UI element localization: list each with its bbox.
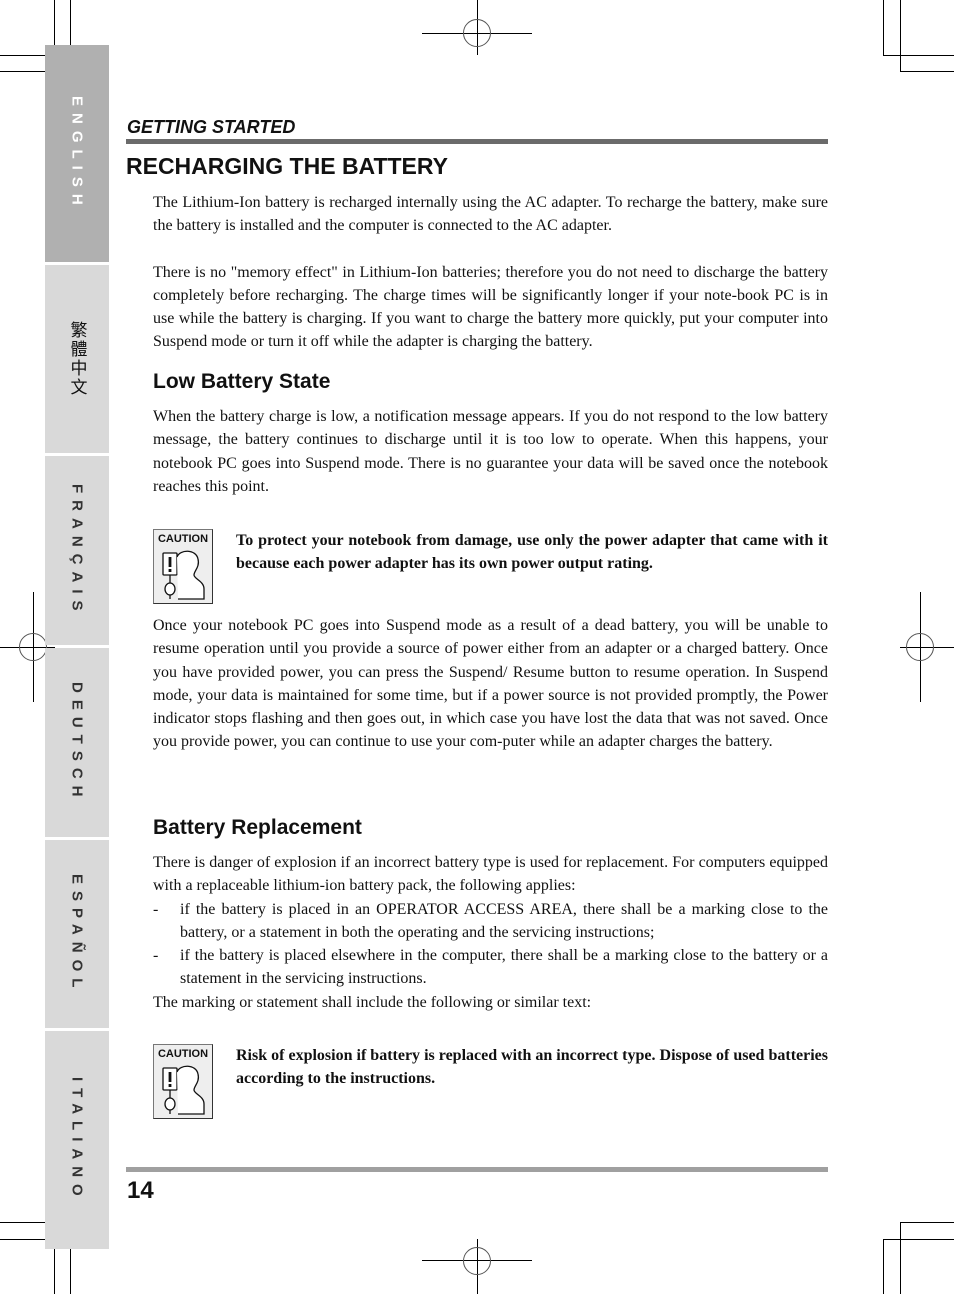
- crop-mark: [883, 1239, 954, 1240]
- language-tab-label: FRANÇAIS: [68, 483, 86, 618]
- crop-mark: [883, 1239, 884, 1294]
- caution-label: CAUTION: [157, 1048, 209, 1060]
- caution-icon: CAUTION: [153, 529, 213, 604]
- list-item: - if the battery is placed elsewhere in …: [153, 944, 828, 991]
- crop-mark: [900, 1222, 954, 1223]
- low-battery-section: When the battery charge is low, a notifi…: [153, 405, 828, 498]
- body-paragraph: Once your notebook PC goes into Suspend …: [153, 617, 828, 751]
- replacement-section: There is danger of explosion if an incor…: [153, 851, 828, 1014]
- warning-person-icon: [162, 550, 205, 600]
- dead-battery-section: Once your notebook PC goes into Suspend …: [153, 614, 828, 754]
- crop-mark: [900, 71, 954, 72]
- warning-person-icon: [162, 1065, 205, 1115]
- page-number: 14: [127, 1177, 154, 1204]
- language-tab-label: 繁體中文: [67, 321, 87, 397]
- list-item: - if the battery is placed in an OPERATO…: [153, 898, 828, 945]
- caution-text: Risk of explosion if battery is replaced…: [236, 1047, 828, 1088]
- bullet-text: if the battery is placed in an OPERATOR …: [180, 900, 828, 941]
- section-header: GETTING STARTED: [127, 117, 296, 137]
- recharging-section: The Lithium-Ion battery is recharged int…: [153, 191, 828, 354]
- language-tab-label: ESPAÑOL: [68, 873, 86, 995]
- caution-note: CAUTION To protect your notebook from da…: [153, 529, 828, 604]
- footer-rule: [126, 1167, 828, 1172]
- caution-note: CAUTION Risk of explosion if battery is …: [153, 1044, 828, 1119]
- body-paragraph: The Lithium-Ion battery is recharged int…: [153, 194, 828, 235]
- language-tab-french[interactable]: FRANÇAIS: [45, 456, 109, 645]
- crop-mark: [883, 0, 884, 56]
- crop-mark: [900, 0, 901, 72]
- body-paragraph: There is no "memory effect" in Lithium-I…: [153, 263, 828, 351]
- page-title: RECHARGING THE BATTERY: [126, 153, 448, 179]
- bullet-marker: -: [153, 900, 159, 918]
- subheading-low-battery: Low Battery State: [153, 370, 331, 393]
- header-rule: [126, 139, 828, 144]
- language-tab-italian[interactable]: ITALIANO: [45, 1031, 109, 1249]
- language-tab-label: ENGLISH: [68, 95, 86, 212]
- language-tab-german[interactable]: DEUTSCH: [45, 648, 109, 837]
- language-tab-label: DEUTSCH: [68, 681, 86, 804]
- body-paragraph: The marking or statement shall include t…: [153, 993, 592, 1011]
- caution-text: To protect your notebook from damage, us…: [236, 532, 828, 573]
- bullet-marker: -: [153, 947, 159, 965]
- crop-mark: [900, 1222, 901, 1294]
- language-tab-english[interactable]: ENGLISH: [45, 45, 109, 262]
- language-tab-label: ITALIANO: [68, 1077, 86, 1203]
- body-paragraph: There is danger of explosion if an incor…: [153, 854, 828, 895]
- language-tab-spanish[interactable]: ESPAÑOL: [45, 840, 109, 1028]
- language-sidebar: ENGLISH 繁體中文 FRANÇAIS DEUTSCH ESPAÑOL IT…: [45, 45, 109, 1249]
- caution-icon: CAUTION: [153, 1044, 213, 1119]
- subheading-battery-replacement: Battery Replacement: [153, 816, 362, 839]
- caution-label: CAUTION: [157, 533, 209, 545]
- body-paragraph: When the battery charge is low, a notifi…: [153, 408, 828, 495]
- crop-mark: [883, 55, 954, 56]
- language-tab-chinese[interactable]: 繁體中文: [45, 265, 109, 453]
- bullet-text: if the battery is placed elsewhere in th…: [180, 947, 828, 988]
